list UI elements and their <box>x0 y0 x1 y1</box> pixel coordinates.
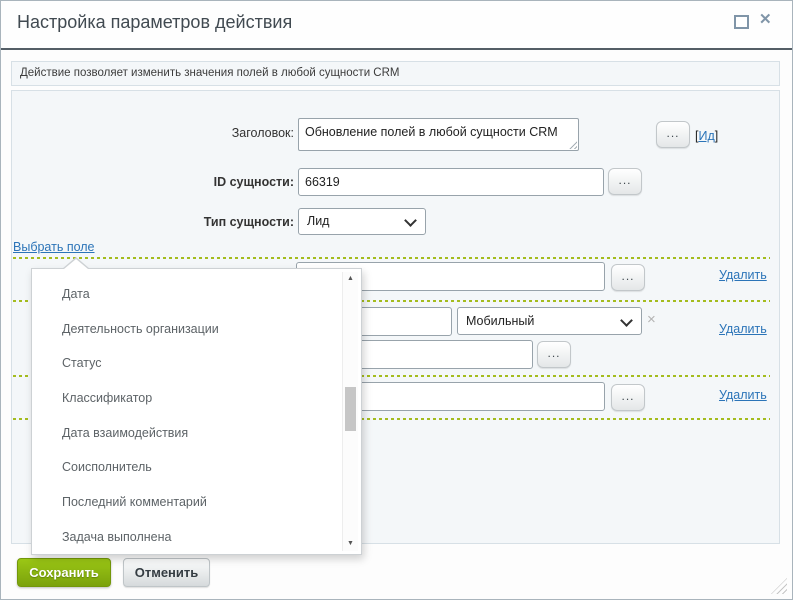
title-divider <box>1 48 792 50</box>
phone-type-selected-value: Мобильный <box>466 314 534 328</box>
titlebar: Настройка параметров действия ✕ <box>1 1 792 48</box>
entity-id-more-button[interactable]: ... <box>608 168 642 195</box>
title-field-label: Заголовок: <box>104 126 294 140</box>
row-separator <box>13 257 770 259</box>
id-link-wrap: [Ид] <box>695 127 718 145</box>
field-dropdown-popup: Дата Деятельность организации Статус Кла… <box>31 268 362 555</box>
row2-delete-link[interactable]: Удалить <box>719 322 767 336</box>
dropdown-scrollbar[interactable]: ▲ ▼ <box>342 272 358 551</box>
entity-id-label: ID сущности: <box>104 175 294 189</box>
id-link[interactable]: Ид <box>698 129 714 143</box>
dropdown-item-list: Дата Деятельность организации Статус Кла… <box>32 277 341 555</box>
entity-type-selected-value: Лид <box>307 214 329 228</box>
cancel-button[interactable]: Отменить <box>123 558 210 587</box>
chevron-down-icon <box>404 214 417 227</box>
choose-field-link[interactable]: Выбрать поле <box>13 240 95 254</box>
dropdown-item[interactable]: Дата взаимодействия <box>32 416 341 451</box>
chevron-down-icon <box>620 314 633 327</box>
info-bar: Действие позволяет изменить значения пол… <box>11 61 780 86</box>
row1-more-button[interactable]: ... <box>611 264 645 291</box>
row2-more-button[interactable]: ... <box>537 341 571 368</box>
dropdown-item[interactable]: Статус <box>32 346 341 381</box>
dialog-window: Настройка параметров действия ✕ Действие… <box>0 0 793 600</box>
scrollbar-thumb[interactable] <box>345 387 356 431</box>
textarea-resize-grip[interactable] <box>569 141 577 149</box>
popup-arrow-notch-fill <box>64 259 88 269</box>
entity-id-input[interactable] <box>298 168 604 196</box>
scroll-down-icon[interactable]: ▼ <box>343 537 358 551</box>
save-button[interactable]: Сохранить <box>17 558 111 587</box>
row1-delete-link[interactable]: Удалить <box>719 268 767 282</box>
window-resize-grip[interactable] <box>771 578 787 594</box>
phone-type-select[interactable]: Мобильный <box>457 307 642 335</box>
id-link-close-bracket: ] <box>715 129 718 143</box>
entity-type-select[interactable]: Лид <box>298 208 426 235</box>
dropdown-item[interactable]: Задача выполнена <box>32 520 341 555</box>
close-icon[interactable]: ✕ <box>759 11 772 29</box>
title-field-textarea[interactable]: Обновление полей в любой сущности CRM <box>298 118 579 151</box>
row3-more-button[interactable]: ... <box>611 384 645 411</box>
dropdown-item[interactable]: Дата <box>32 277 341 312</box>
clear-icon[interactable]: × <box>647 312 656 327</box>
dropdown-item[interactable]: Соисполнитель <box>32 450 341 485</box>
maximize-icon[interactable] <box>734 15 749 29</box>
title-field-more-button[interactable]: ... <box>656 121 690 148</box>
dialog-title: Настройка параметров действия <box>17 12 292 33</box>
scroll-up-icon[interactable]: ▲ <box>343 272 358 286</box>
entity-type-label: Тип сущности: <box>104 215 294 229</box>
row3-delete-link[interactable]: Удалить <box>719 388 767 402</box>
dropdown-item[interactable]: Деятельность организации <box>32 312 341 347</box>
dropdown-item[interactable]: Классификатор <box>32 381 341 416</box>
dropdown-item[interactable]: Последний комментарий <box>32 485 341 520</box>
